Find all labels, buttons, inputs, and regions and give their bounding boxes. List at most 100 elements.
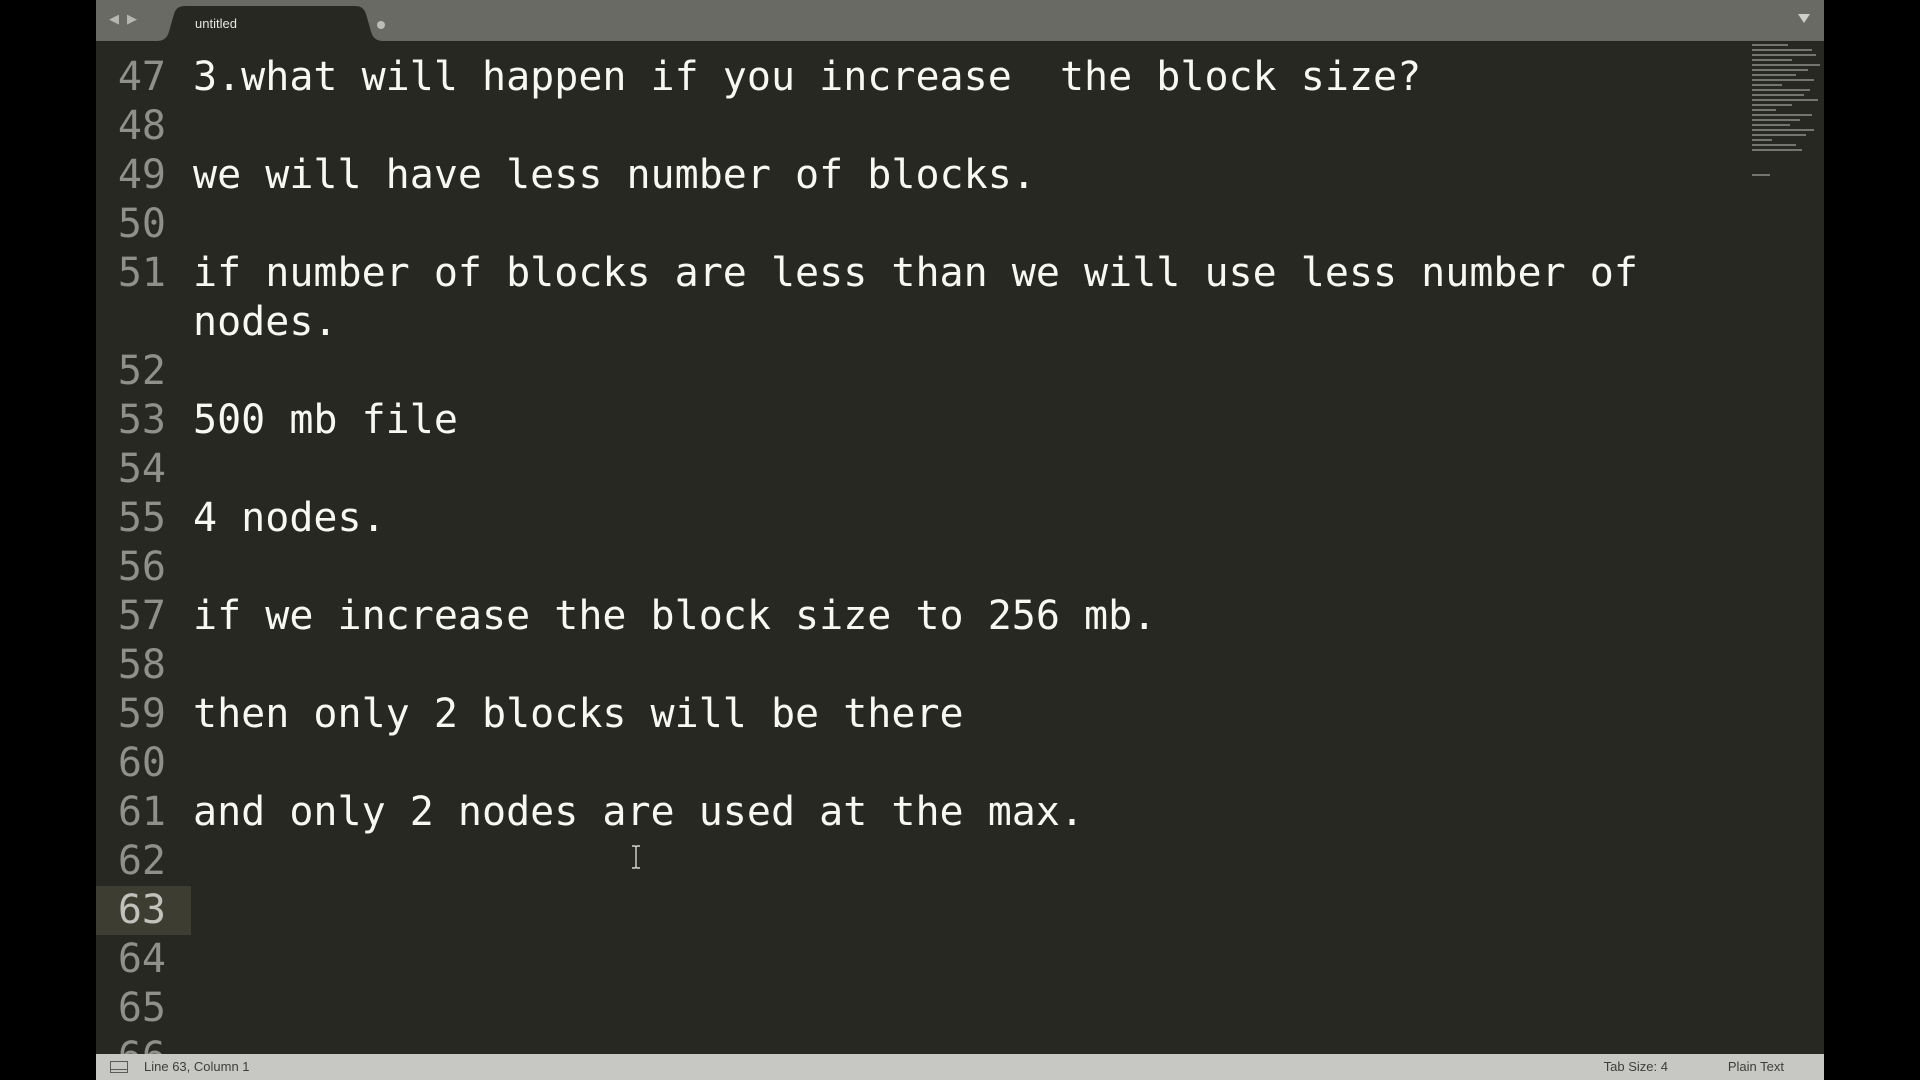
editor-line[interactable]: 58 <box>96 641 1736 690</box>
line-text[interactable]: if we increase the block size to 256 mb. <box>191 592 1723 641</box>
tab-list-dropdown-icon[interactable] <box>1798 14 1810 23</box>
editor-line[interactable]: 63 <box>96 886 1736 935</box>
editor-line[interactable]: 55 4 nodes. <box>96 494 1736 543</box>
line-text[interactable]: 500 mb file <box>191 396 1723 445</box>
minimap-line <box>1752 109 1776 111</box>
editor-line[interactable]: 51 if number of blocks are less than we w… <box>96 249 1736 347</box>
minimap-line <box>1752 94 1804 96</box>
editor-line[interactable]: 59 then only 2 blocks will be there <box>96 690 1736 739</box>
line-text[interactable] <box>191 739 1723 788</box>
line-text[interactable]: if number of blocks are less than we wil… <box>191 249 1723 347</box>
editor-line[interactable]: 53 500 mb file <box>96 396 1736 445</box>
minimap-line <box>1752 49 1812 51</box>
minimap-line <box>1752 79 1814 81</box>
minimap-line <box>1752 99 1818 101</box>
minimap-line <box>1752 64 1820 66</box>
line-text[interactable] <box>191 886 1723 935</box>
editor-lines[interactable]: 47 3.what will happen if you increase the… <box>96 53 1736 1054</box>
minimap-line <box>1752 114 1812 116</box>
minimap-line <box>1752 144 1796 146</box>
minimap-line <box>1752 89 1810 91</box>
editor-line[interactable]: 52 <box>96 347 1736 396</box>
line-text[interactable]: then only 2 blocks will be there <box>191 690 1723 739</box>
text-cursor-icon <box>632 845 640 869</box>
line-number: 52 <box>117 348 166 394</box>
line-text[interactable] <box>191 837 1723 886</box>
minimap-line <box>1752 84 1782 86</box>
line-number: 60 <box>117 740 166 786</box>
line-text[interactable]: we will have less number of blocks. <box>191 151 1723 200</box>
minimap-line <box>1752 139 1772 141</box>
minimap-line <box>1752 69 1808 71</box>
line-text[interactable] <box>191 984 1723 1033</box>
editor-line[interactable]: 66 <box>96 1033 1736 1054</box>
text-editor[interactable]: 47 3.what will happen if you increase the… <box>96 41 1824 1054</box>
tab-bar: ◀ ▶ untitled <box>96 0 1824 41</box>
line-text[interactable]: and only 2 nodes are used at the max. <box>191 788 1723 837</box>
editor-line[interactable]: 57 if we increase the block size to 256 m… <box>96 592 1736 641</box>
tab-navigation: ◀ ▶ <box>108 12 138 28</box>
line-number: 64 <box>117 936 166 982</box>
minimap-line <box>1752 74 1796 76</box>
tab-size-selector[interactable]: Tab Size: 4 <box>1604 1059 1668 1075</box>
line-number: 62 <box>117 838 166 884</box>
line-number: 50 <box>117 201 166 247</box>
minimap-line <box>1752 124 1790 126</box>
unsaved-dot-icon[interactable] <box>377 21 385 29</box>
editor-line[interactable]: 49 we will have less number of blocks. <box>96 151 1736 200</box>
line-text[interactable] <box>191 347 1723 396</box>
status-bar: Line 63, Column 1 Tab Size: 4 Plain Text <box>96 1054 1824 1080</box>
tab-shape <box>156 6 384 41</box>
line-number: 63 <box>117 887 166 933</box>
line-text[interactable] <box>191 641 1723 690</box>
minimap-line <box>1752 44 1788 46</box>
line-text[interactable] <box>191 935 1723 984</box>
editor-window: ◀ ▶ untitled 47 3.what will happen if you… <box>96 0 1824 1080</box>
line-number: 57 <box>117 593 166 639</box>
minimap-line <box>1752 149 1802 151</box>
line-text[interactable]: 4 nodes. <box>191 494 1723 543</box>
minimap-line <box>1752 54 1816 56</box>
editor-line[interactable]: 62 <box>96 837 1736 886</box>
minimap-line <box>1752 59 1792 61</box>
editor-line[interactable]: 48 <box>96 102 1736 151</box>
line-number: 65 <box>117 985 166 1031</box>
editor-line[interactable]: 65 <box>96 984 1736 1033</box>
line-number: 54 <box>117 446 166 492</box>
line-number: 47 <box>117 54 166 100</box>
minimap[interactable] <box>1744 41 1824 281</box>
syntax-selector[interactable]: Plain Text <box>1728 1059 1784 1075</box>
panel-toggle-icon[interactable] <box>110 1061 128 1073</box>
editor-line[interactable]: 61 and only 2 nodes are used at the max. <box>96 788 1736 837</box>
cursor-position: Line 63, Column 1 <box>144 1059 250 1074</box>
minimap-line <box>1752 129 1814 131</box>
line-number: 49 <box>117 152 166 198</box>
minimap-line <box>1752 174 1770 176</box>
editor-line[interactable]: 54 <box>96 445 1736 494</box>
line-number: 58 <box>117 642 166 688</box>
line-text[interactable]: 3.what will happen if you increase the b… <box>191 53 1723 102</box>
minimap-line <box>1752 134 1806 136</box>
line-number: 66 <box>96 1033 191 1054</box>
line-number: 59 <box>117 691 166 737</box>
line-number: 55 <box>117 495 166 541</box>
forward-arrow-icon[interactable]: ▶ <box>126 12 138 28</box>
minimap-line <box>1752 119 1800 121</box>
line-text[interactable] <box>191 102 1723 151</box>
back-arrow-icon[interactable]: ◀ <box>108 12 120 28</box>
line-number: 53 <box>117 397 166 443</box>
editor-line[interactable]: 47 3.what will happen if you increase the… <box>96 53 1736 102</box>
editor-line[interactable]: 50 <box>96 200 1736 249</box>
editor-line[interactable]: 56 <box>96 543 1736 592</box>
editor-line[interactable]: 64 <box>96 935 1736 984</box>
line-text[interactable] <box>191 445 1723 494</box>
line-text[interactable] <box>191 200 1723 249</box>
line-number: 61 <box>117 789 166 835</box>
editor-line[interactable]: 60 <box>96 739 1736 788</box>
line-text[interactable] <box>191 1033 1723 1054</box>
line-number: 51 <box>117 250 166 296</box>
tab-untitled[interactable]: untitled <box>156 6 385 41</box>
line-text[interactable] <box>191 543 1723 592</box>
line-number: 56 <box>117 544 166 590</box>
tab-title: untitled <box>195 16 237 31</box>
